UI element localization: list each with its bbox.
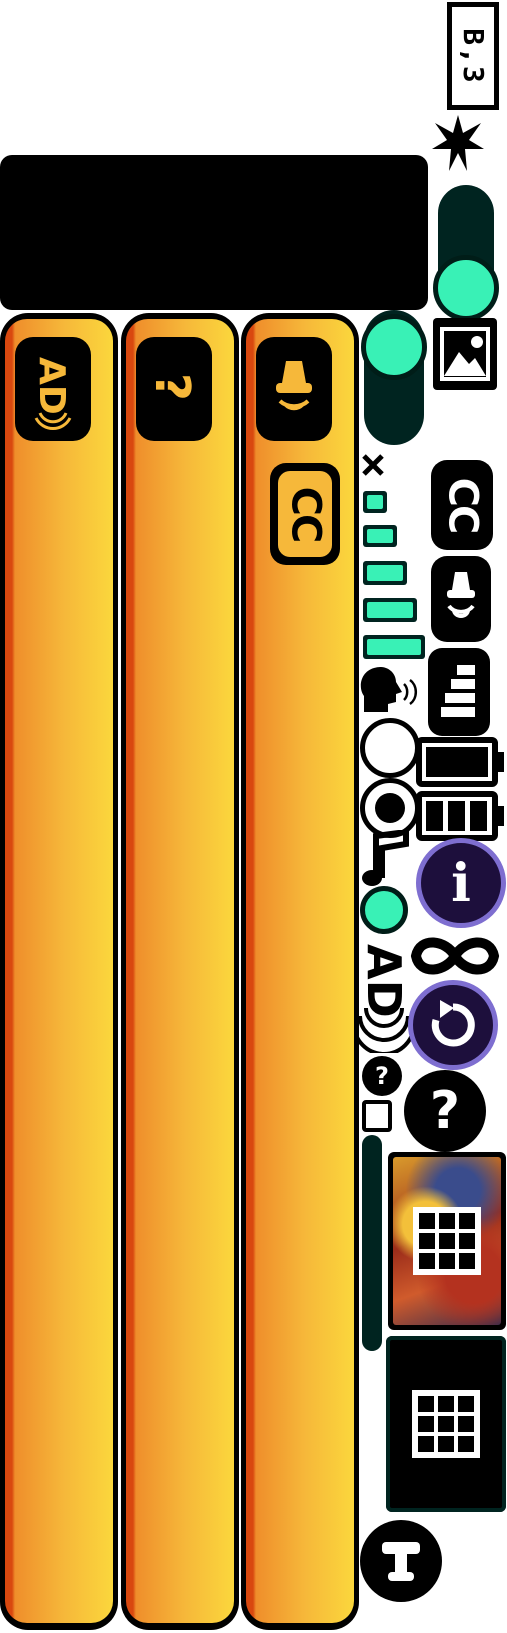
audio-description-toggle[interactable]: AD: [352, 935, 416, 1056]
infinity-icon[interactable]: [406, 928, 504, 984]
cc-label: CC: [439, 477, 485, 533]
audio-mode-button[interactable]: [431, 556, 491, 642]
top-toggle[interactable]: [433, 185, 499, 321]
question-mark-icon[interactable]: ?: [136, 337, 212, 441]
text-button[interactable]: [360, 1520, 442, 1602]
radio-option-first[interactable]: [360, 718, 420, 778]
mini-help-label: ?: [375, 1062, 389, 1090]
battery-bars-icon[interactable]: [416, 791, 506, 841]
radio-dot: [375, 793, 405, 823]
list-button[interactable]: [428, 648, 490, 736]
music-note-icon[interactable]: [358, 830, 414, 890]
info-label: i: [451, 852, 471, 914]
video-area[interactable]: [0, 155, 428, 310]
list-icon: [441, 665, 475, 717]
image-icon[interactable]: [433, 318, 497, 390]
side-toggle[interactable]: [361, 310, 427, 445]
speaking-head-icon[interactable]: [358, 662, 420, 716]
captions-bar: CC: [246, 319, 354, 1623]
speaker-lamp-icon: [447, 572, 475, 618]
help-column[interactable]: ?: [121, 313, 239, 1630]
side-toggle-knob[interactable]: [361, 314, 427, 380]
volume-level-2[interactable]: [363, 525, 397, 547]
captions-cc-button[interactable]: CC: [270, 463, 340, 565]
info-button[interactable]: i: [416, 838, 506, 928]
grid-view-button[interactable]: [386, 1336, 506, 1512]
teal-indicator[interactable]: [360, 886, 408, 934]
text-icon: [382, 1542, 420, 1581]
audio-description-bar: AD: [5, 319, 113, 1623]
battery-full-icon[interactable]: [416, 737, 506, 787]
audio-description-icon[interactable]: AD: [15, 337, 91, 441]
undo-button[interactable]: [408, 980, 498, 1070]
volume-level-1[interactable]: [363, 491, 387, 513]
scroll-track[interactable]: [362, 1135, 382, 1351]
undo-icon: [431, 1000, 475, 1047]
sparkle-icon[interactable]: [431, 113, 485, 173]
thumbnail-image: [393, 1157, 501, 1325]
thumbnail-grid-button[interactable]: [388, 1152, 506, 1330]
position-badge-text: B,3: [456, 27, 490, 85]
speaker-lamp-icon[interactable]: [256, 337, 332, 441]
captions-cc-label: CC: [282, 486, 328, 542]
top-toggle-knob[interactable]: [433, 255, 499, 321]
grid-icon: [412, 1390, 480, 1458]
close-icon[interactable]: [360, 452, 386, 478]
checkbox[interactable]: [362, 1100, 392, 1132]
volume-level-3[interactable]: [363, 561, 407, 585]
help-label: ?: [429, 1081, 461, 1141]
svg-text:AD: AD: [357, 944, 411, 1018]
radio-option-second[interactable]: [360, 778, 420, 838]
volume-level-5[interactable]: [363, 635, 425, 659]
help-button[interactable]: ?: [404, 1070, 486, 1152]
svg-text:AD: AD: [31, 357, 72, 415]
cc-button[interactable]: CC: [431, 460, 493, 550]
help-bar: ?: [126, 319, 234, 1623]
grid-icon: [413, 1207, 481, 1275]
captions-column[interactable]: CC: [241, 313, 359, 1630]
mini-help-button[interactable]: ?: [362, 1056, 402, 1096]
svg-text:?: ?: [144, 373, 200, 401]
volume-level-4[interactable]: [363, 598, 417, 622]
audio-description-icon: AD: [352, 944, 416, 1056]
audio-description-column[interactable]: AD: [0, 313, 118, 1630]
position-badge: B,3: [447, 2, 499, 110]
